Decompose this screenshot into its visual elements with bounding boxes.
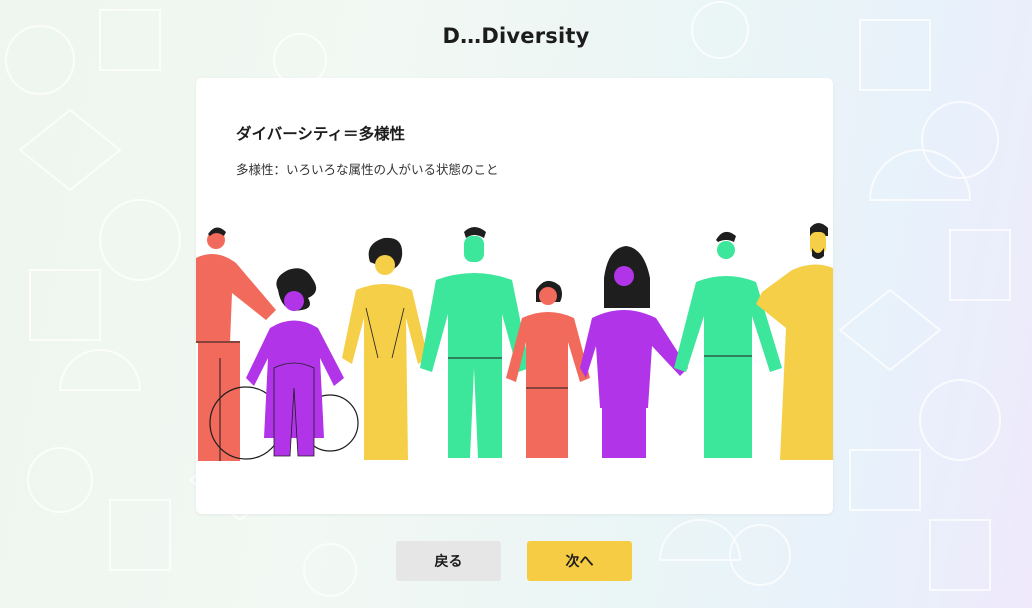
card-heading: ダイバーシティ＝多様性 [236,125,405,143]
person-yellow [342,237,428,460]
person-green-man [420,227,530,458]
next-button[interactable]: 次へ [527,541,632,581]
person-green-man-2 [674,231,782,458]
card-description: 多様性：いろいろな属性の人がいる状態のこと [236,162,499,177]
person-purple-woman [580,246,688,458]
back-button[interactable]: 戻る [396,541,501,581]
diverse-people-illustration [196,223,833,461]
content-card: ダイバーシティ＝多様性 多様性：いろいろな属性の人がいる状態のこと [196,78,833,514]
person-red-woman [506,280,590,458]
app-title: D…Diversity [442,24,590,48]
